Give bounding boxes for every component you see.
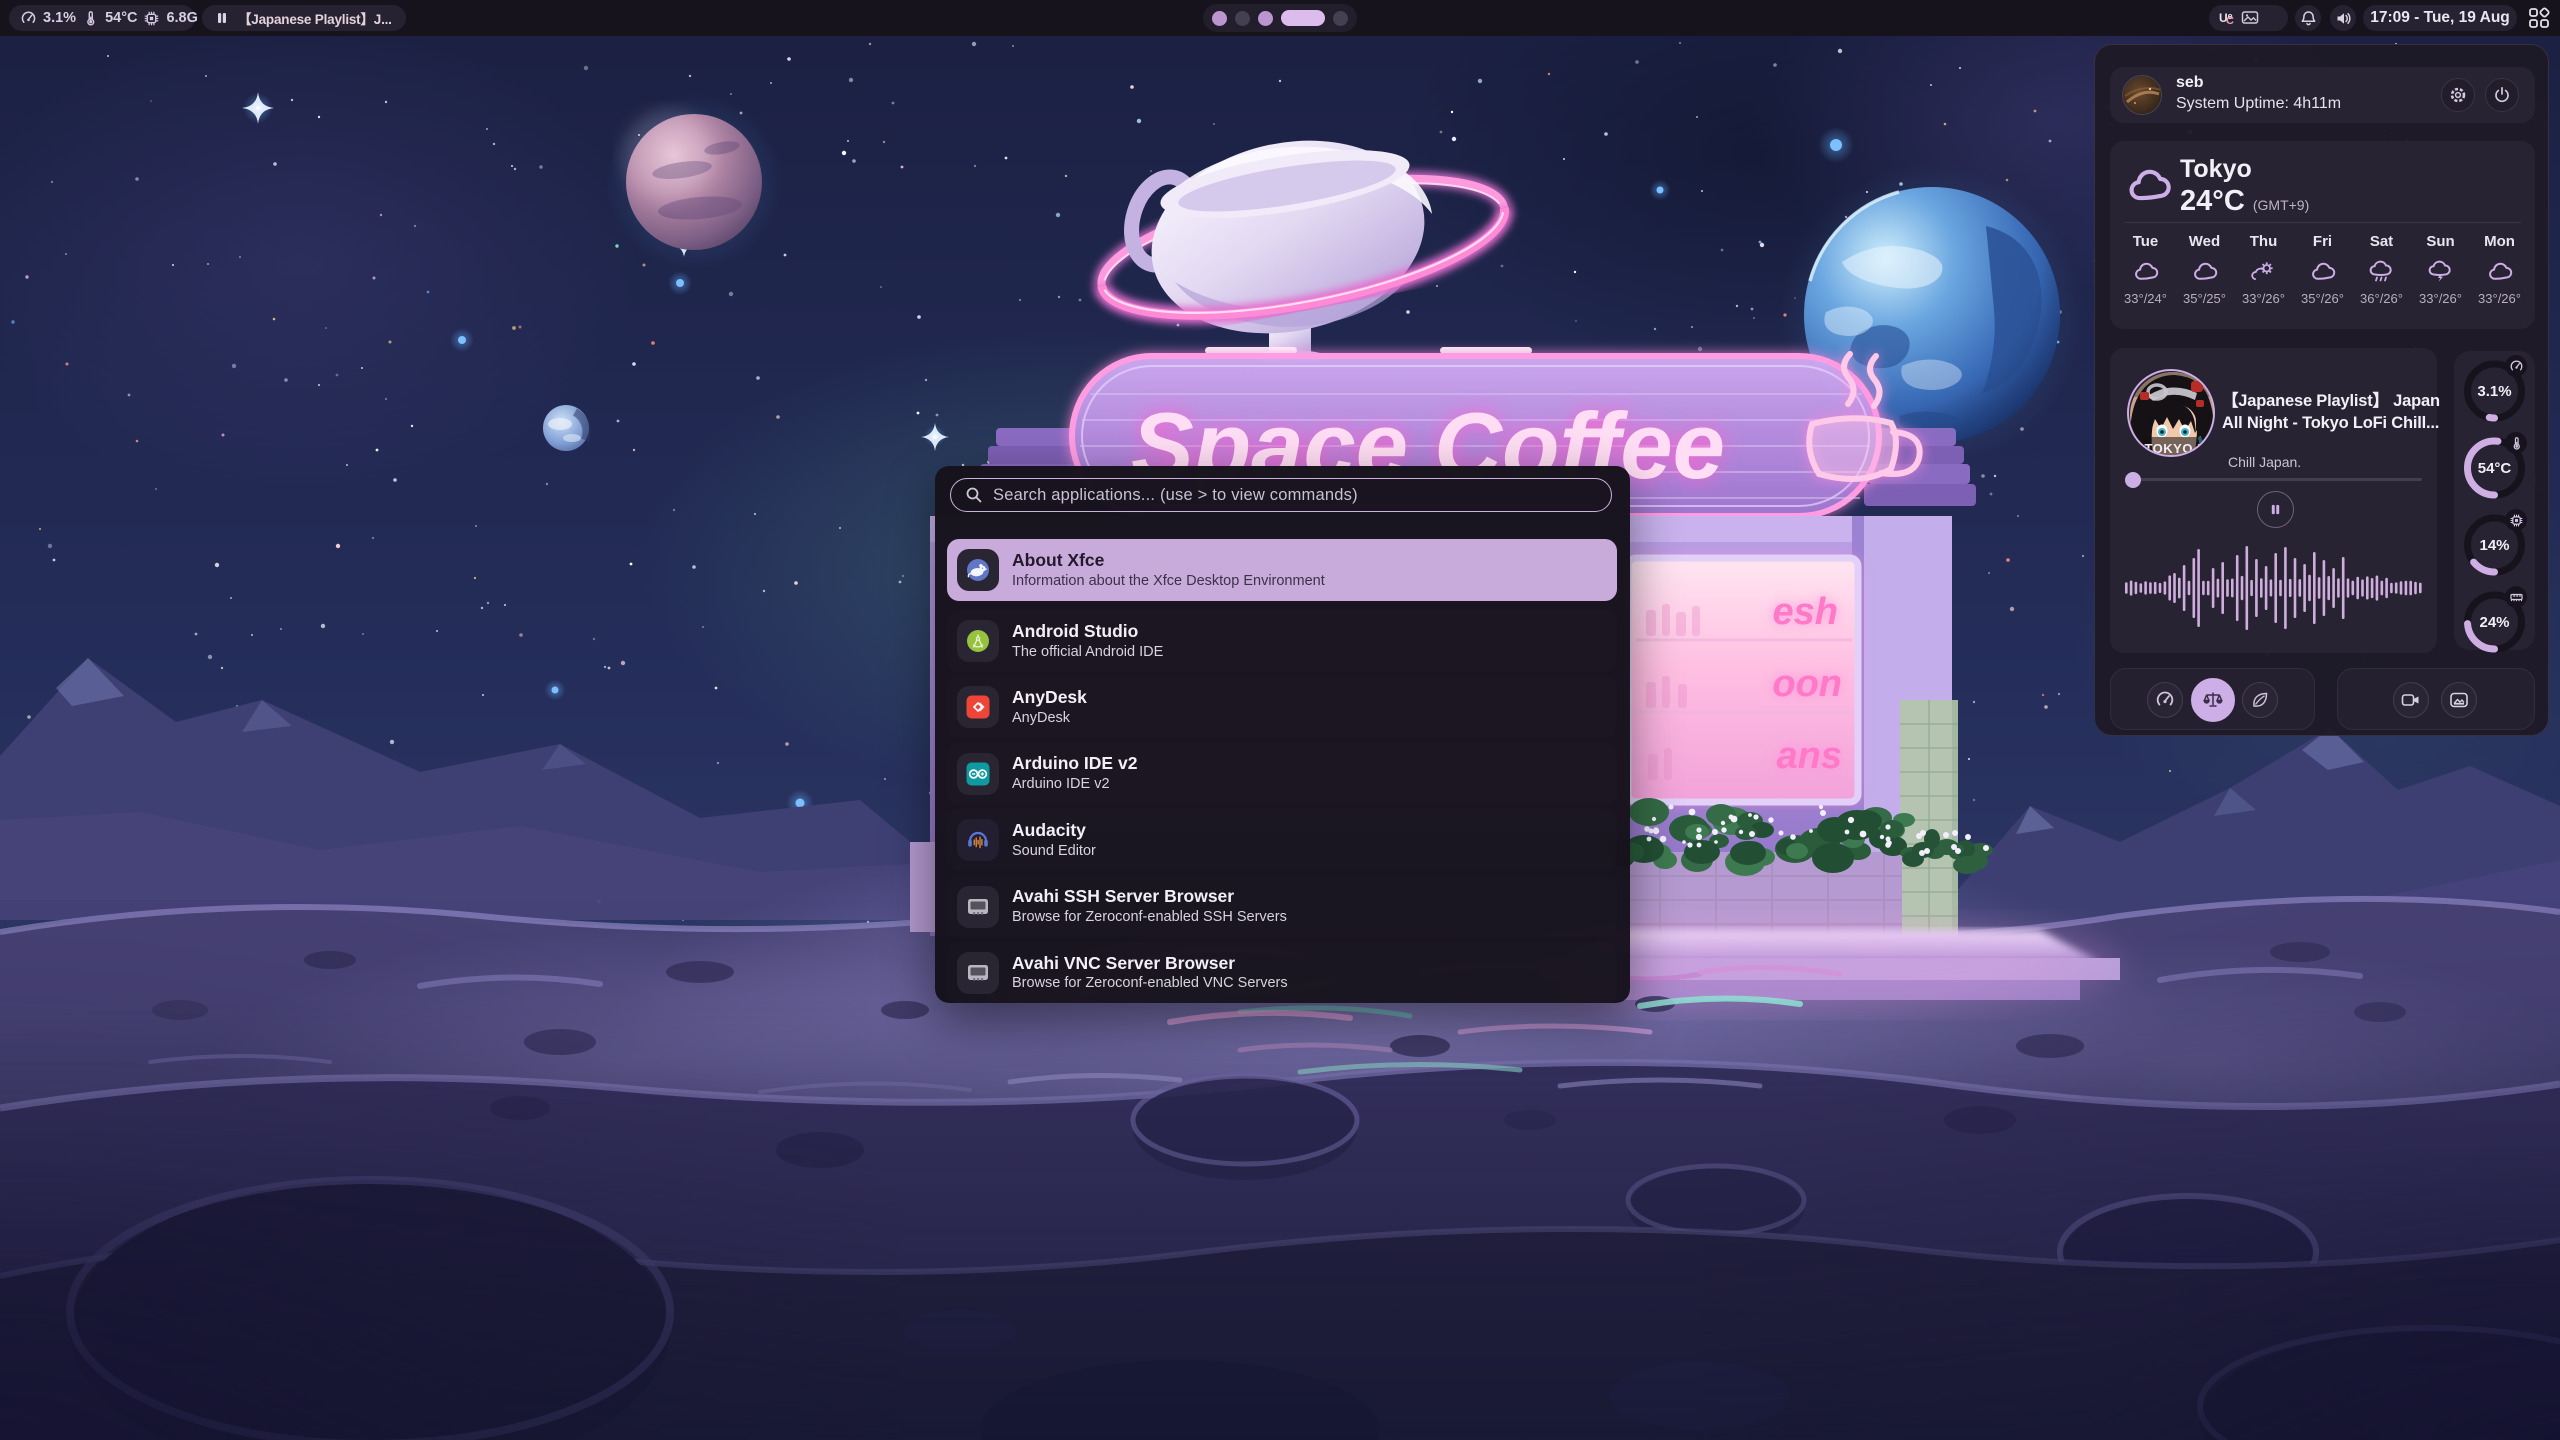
- svg-text:esh: esh: [1773, 591, 1838, 633]
- svg-text:ans: ans: [1777, 735, 1842, 777]
- svg-text:oon: oon: [1772, 663, 1842, 705]
